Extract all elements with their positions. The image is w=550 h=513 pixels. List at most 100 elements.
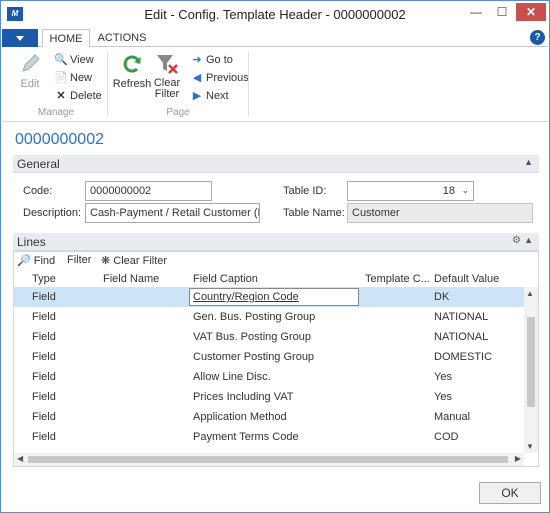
lines-fasttab-header[interactable]: Lines ⚙ ▲	[13, 233, 539, 251]
cell-type[interactable]: Field	[32, 351, 56, 363]
clear-filter-icon	[155, 52, 179, 76]
general-fasttab-header[interactable]: General ▲	[13, 155, 539, 173]
cell-default-value[interactable]: COD	[434, 431, 458, 443]
lines-clear-filter-label: Clear Filter	[113, 255, 168, 267]
new-label: New	[70, 72, 93, 84]
filter-button[interactable]: Filter	[67, 254, 91, 266]
clear-filter-icon: ❋	[101, 255, 111, 267]
ribbon: Edit 🔍 View 📄 New ✕ Delete Manage Refresh	[2, 48, 548, 122]
cell-default-value[interactable]: Manual	[434, 411, 470, 423]
group-label-page: Page	[166, 107, 190, 118]
cell-type[interactable]: Field	[32, 391, 56, 403]
refresh-button[interactable]: Refresh	[112, 52, 152, 90]
group-label-manage: Manage	[37, 107, 75, 118]
application-menu-button[interactable]	[2, 29, 38, 47]
column-header-field-caption[interactable]: Field Caption	[193, 273, 258, 285]
gear-icon[interactable]: ⚙	[512, 235, 521, 246]
grid-header: Type Field Name Field Caption Template C…	[14, 271, 524, 287]
tab-home[interactable]: HOME	[42, 29, 90, 48]
collapse-icon[interactable]: ▲	[524, 235, 533, 245]
cell-field-caption[interactable]: Payment Terms Code	[193, 431, 299, 443]
cell-field-caption[interactable]: VAT Bus. Posting Group	[193, 331, 311, 343]
delete-label: Delete	[70, 90, 102, 102]
cell-default-value[interactable]: NATIONAL	[434, 311, 488, 323]
column-header-field-name[interactable]: Field Name	[103, 273, 159, 285]
new-document-icon: 📄	[54, 72, 68, 84]
view-label: View	[70, 54, 94, 66]
table-id-field[interactable]: 18 ⌄	[347, 181, 474, 201]
column-header-default-value[interactable]: Default Value	[434, 273, 499, 285]
code-label: Code:	[23, 185, 53, 197]
chevron-down-icon[interactable]: ⌄	[461, 185, 469, 196]
cell-field-caption[interactable]: Allow Line Disc.	[193, 371, 271, 383]
delete-button[interactable]: ✕ Delete	[54, 88, 102, 104]
cell-type[interactable]: Field	[32, 291, 56, 303]
cell-type[interactable]: Field	[32, 311, 56, 323]
cell-default-value[interactable]: Yes	[434, 371, 452, 383]
cell-field-caption[interactable]: Customer Posting Group	[193, 351, 314, 363]
go-to-button[interactable]: ➜ Go to	[190, 52, 233, 68]
page-title: 0000000002	[15, 131, 104, 148]
new-button[interactable]: 📄 New	[54, 70, 92, 86]
cell-default-value[interactable]: NATIONAL	[434, 331, 488, 343]
cell-type[interactable]: Field	[32, 411, 56, 423]
scroll-thumb[interactable]	[28, 456, 508, 463]
column-header-template-code[interactable]: Template C...	[365, 273, 430, 285]
cell-default-value[interactable]: DOMESTIC	[434, 351, 492, 363]
collapse-icon[interactable]: ▲	[524, 157, 533, 167]
cell-field-caption[interactable]: Gen. Bus. Posting Group	[193, 311, 315, 323]
table-row[interactable]: Field Customer Posting Group DOMESTIC	[14, 347, 524, 367]
cell-type[interactable]: Field	[32, 331, 56, 343]
title-bar: M Edit - Config. Template Header - 00000…	[1, 1, 549, 29]
find-button[interactable]: 🔎 Find	[17, 254, 55, 267]
table-row[interactable]: Field Payment Terms Code COD	[14, 427, 524, 447]
arrow-right-icon: ➜	[192, 54, 202, 66]
lines-clear-filter-button[interactable]: ❋ Clear Filter	[101, 254, 167, 267]
scroll-down-icon[interactable]: ▼	[526, 442, 534, 451]
code-field[interactable]: 0000000002	[85, 181, 212, 201]
help-icon[interactable]: ?	[530, 30, 545, 45]
close-button[interactable]: ✕	[516, 3, 546, 21]
ribbon-group-manage: Edit 🔍 View 📄 New ✕ Delete Manage	[6, 48, 106, 122]
find-icon: 🔎	[17, 255, 31, 267]
previous-button[interactable]: ◀ Previous	[190, 70, 249, 86]
cell-field-caption[interactable]: Country/Region Code	[189, 288, 359, 306]
column-header-type[interactable]: Type	[32, 273, 56, 285]
view-button[interactable]: 🔍 View	[54, 52, 94, 68]
lines-toolbar: 🔎 Find Filter ❋ Clear Filter	[13, 252, 539, 270]
previous-label: Previous	[206, 72, 249, 84]
table-row[interactable]: Field Prices Including VAT Yes	[14, 387, 524, 407]
previous-icon: ◀	[192, 72, 202, 84]
description-label: Description:	[23, 207, 82, 219]
cell-default-value[interactable]: DK	[434, 291, 449, 303]
clear-filter-button[interactable]: Clear Filter	[150, 52, 184, 100]
table-row[interactable]: Field Country/Region Code DK	[14, 287, 524, 307]
lines-title: Lines	[17, 235, 46, 249]
cell-type[interactable]: Field	[32, 431, 56, 443]
description-field[interactable]: Cash-Payment / Retail Customer (DK...	[85, 203, 260, 223]
next-button[interactable]: ▶ Next	[190, 88, 229, 104]
scroll-thumb[interactable]	[527, 317, 535, 407]
ok-button[interactable]: OK	[479, 482, 541, 504]
table-row[interactable]: Field Gen. Bus. Posting Group NATIONAL	[14, 307, 524, 327]
find-label: Find	[33, 255, 56, 267]
cell-field-caption[interactable]: Prices Including VAT	[193, 391, 293, 403]
edit-label: Edit	[20, 78, 40, 90]
cell-type[interactable]: Field	[32, 371, 56, 383]
scroll-up-icon[interactable]: ▲	[526, 289, 534, 298]
minimize-button[interactable]: —	[464, 3, 488, 21]
scroll-right-icon[interactable]: ▶	[515, 454, 521, 463]
maximize-button[interactable]: ☐	[490, 3, 514, 21]
ribbon-tab-bar: HOME ACTIONS ?	[2, 29, 548, 48]
vertical-scrollbar[interactable]: ▲ ▼	[524, 287, 538, 453]
tab-actions[interactable]: ACTIONS	[94, 29, 150, 47]
table-row[interactable]: Field Allow Line Disc. Yes	[14, 367, 524, 387]
cell-default-value[interactable]: Yes	[434, 391, 452, 403]
table-name-field: Customer	[347, 203, 533, 223]
horizontal-scrollbar[interactable]: ◀ ▶	[14, 453, 524, 466]
table-row[interactable]: Field VAT Bus. Posting Group NATIONAL	[14, 327, 524, 347]
cell-field-caption[interactable]: Application Method	[193, 411, 287, 423]
table-row[interactable]: Field Application Method Manual	[14, 407, 524, 427]
scroll-left-icon[interactable]: ◀	[17, 454, 23, 463]
edit-button[interactable]: Edit	[10, 52, 50, 90]
